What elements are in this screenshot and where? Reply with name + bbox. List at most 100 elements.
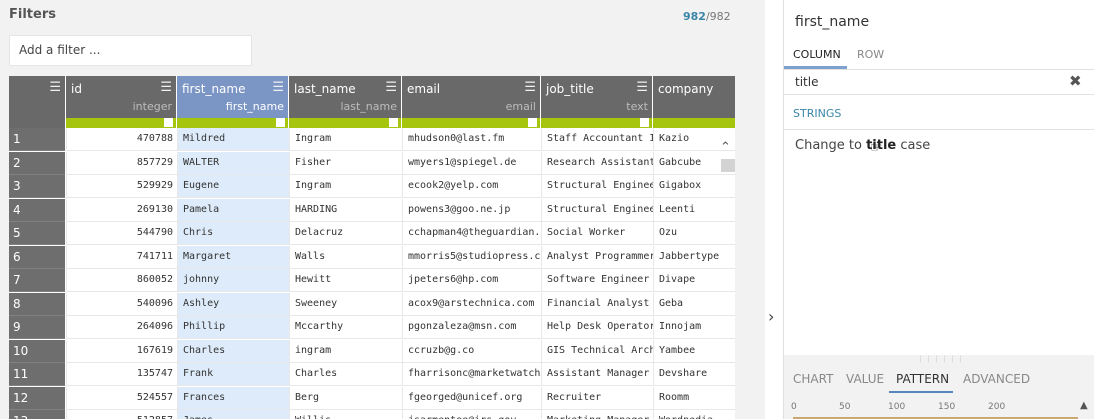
table-cell[interactable]: Berg: [289, 387, 402, 410]
row-number[interactable]: 6: [9, 246, 65, 269]
table-cell[interactable]: 529929: [66, 175, 177, 198]
table-cell[interactable]: Assistant Manager: [541, 363, 653, 386]
table-cell[interactable]: wmyers1@spiegel.de: [402, 152, 541, 175]
table-cell[interactable]: Frank: [177, 363, 289, 386]
table-cell[interactable]: 167619: [66, 340, 177, 363]
table-cell[interactable]: Yambee: [653, 340, 735, 363]
column-header-company[interactable]: company: [653, 76, 735, 118]
table-cell[interactable]: johnny: [177, 269, 289, 292]
table-cell[interactable]: mhudson0@last.fm: [402, 128, 541, 151]
row-number[interactable]: 5: [9, 222, 65, 245]
expand-panel-chevron-icon[interactable]: ›: [768, 307, 774, 326]
data-quality-bar[interactable]: [402, 118, 540, 128]
table-cell[interactable]: fgeorged@unicef.org: [402, 387, 541, 410]
table-cell[interactable]: Analyst Programmer: [541, 246, 653, 269]
resize-grip-icon[interactable]: ⋮⋮⋮⋮⋮⋮: [917, 355, 965, 363]
row-number[interactable]: 10: [9, 340, 65, 363]
vertical-scrollbar-thumb[interactable]: [721, 159, 735, 172]
table-cell[interactable]: pgonzaleza@msn.com: [402, 316, 541, 339]
table-cell[interactable]: Recruiter: [541, 387, 653, 410]
transform-search-input[interactable]: title: [795, 75, 818, 89]
table-cell[interactable]: Sweeney: [289, 293, 402, 316]
data-quality-bar[interactable]: [541, 118, 652, 128]
column-menu-icon[interactable]: ☰: [636, 80, 648, 95]
table-cell[interactable]: jsarmentoe@irs.gov: [402, 410, 541, 419]
table-cell[interactable]: Fisher: [289, 152, 402, 175]
row-number[interactable]: 7: [9, 269, 65, 292]
table-cell[interactable]: Research Assistant II: [541, 152, 653, 175]
table-cell[interactable]: Phillip: [177, 316, 289, 339]
column-header-last-name[interactable]: last_name ☰ last_name: [289, 76, 401, 118]
menu-icon[interactable]: ☰: [49, 80, 61, 95]
table-cell[interactable]: Pamela: [177, 199, 289, 222]
table-cell[interactable]: Software Engineer III: [541, 269, 653, 292]
table-cell[interactable]: Mccarthy: [289, 316, 402, 339]
table-cell[interactable]: Charles: [289, 363, 402, 386]
table-cell[interactable]: Innojam: [653, 316, 735, 339]
table-cell[interactable]: Willis: [289, 410, 402, 419]
table-cell[interactable]: 540096: [66, 293, 177, 316]
scroll-up-icon[interactable]: ▲: [1080, 400, 1088, 411]
table-cell[interactable]: Ozu: [653, 222, 735, 245]
table-cell[interactable]: Frances: [177, 387, 289, 410]
tab-row[interactable]: ROW: [857, 48, 884, 61]
tab-pattern[interactable]: PATTERN: [896, 372, 949, 386]
table-cell[interactable]: James: [177, 410, 289, 419]
row-number[interactable]: 4: [9, 199, 65, 222]
table-cell[interactable]: acox9@arstechnica.com: [402, 293, 541, 316]
table-cell[interactable]: Ashley: [177, 293, 289, 316]
row-number[interactable]: 8: [9, 293, 65, 316]
table-cell[interactable]: Mildred: [177, 128, 289, 151]
table-cell[interactable]: Ingram: [289, 128, 402, 151]
table-cell[interactable]: Financial Analyst: [541, 293, 653, 316]
table-cell[interactable]: Staff Accountant III: [541, 128, 653, 151]
column-menu-icon[interactable]: ☰: [524, 80, 536, 95]
table-cell[interactable]: mmorris5@studiopress.com: [402, 246, 541, 269]
table-cell[interactable]: Charles: [177, 340, 289, 363]
column-menu-icon[interactable]: ☰: [272, 80, 284, 95]
table-cell[interactable]: cchapman4@theguardian.com: [402, 222, 541, 245]
table-cell[interactable]: jpeters6@hp.com: [402, 269, 541, 292]
row-number[interactable]: 9: [9, 316, 65, 339]
table-cell[interactable]: Social Worker: [541, 222, 653, 245]
data-quality-bar[interactable]: [653, 118, 735, 128]
tab-advanced[interactable]: ADVANCED: [963, 372, 1030, 386]
row-number[interactable]: 11: [9, 363, 65, 386]
scroll-up-icon[interactable]: ⌃: [720, 140, 731, 155]
table-cell[interactable]: Structural Engineer: [541, 175, 653, 198]
table-cell[interactable]: 857729: [66, 152, 177, 175]
table-cell[interactable]: powens3@goo.ne.jp: [402, 199, 541, 222]
table-cell[interactable]: Marketing Manager: [541, 410, 653, 419]
table-cell[interactable]: 269130: [66, 199, 177, 222]
table-cell[interactable]: Jabbertype: [653, 246, 735, 269]
column-menu-icon[interactable]: ☰: [385, 80, 397, 95]
row-number[interactable]: 2: [9, 152, 65, 175]
table-cell[interactable]: Geba: [653, 293, 735, 316]
table-cell[interactable]: ecook2@yelp.com: [402, 175, 541, 198]
table-cell[interactable]: fharrisonc@marketwatch.com: [402, 363, 541, 386]
table-cell[interactable]: Gigabox: [653, 175, 735, 198]
table-cell[interactable]: 544790: [66, 222, 177, 245]
table-cell[interactable]: 512857: [66, 410, 177, 419]
row-number[interactable]: 3: [9, 175, 65, 198]
table-cell[interactable]: 524557: [66, 387, 177, 410]
data-quality-bar[interactable]: [177, 118, 288, 128]
data-quality-bar[interactable]: [289, 118, 401, 128]
table-cell[interactable]: Wordpedia: [653, 410, 735, 419]
table-cell[interactable]: Ingram: [289, 175, 402, 198]
add-filter-input[interactable]: Add a filter ...: [9, 35, 252, 66]
data-quality-bar[interactable]: [66, 118, 176, 128]
tab-value[interactable]: VALUE: [846, 372, 884, 386]
column-header-email[interactable]: email ☰ email: [402, 76, 540, 118]
table-cell[interactable]: GIS Technical Architect: [541, 340, 653, 363]
table-cell[interactable]: Eugene: [177, 175, 289, 198]
table-cell[interactable]: Chris: [177, 222, 289, 245]
table-cell[interactable]: Divape: [653, 269, 735, 292]
table-cell[interactable]: Leenti: [653, 199, 735, 222]
table-cell[interactable]: Walls: [289, 246, 402, 269]
column-menu-icon[interactable]: ☰: [160, 80, 172, 95]
column-header-first-name[interactable]: first_name ☰ first_name: [177, 76, 288, 118]
table-cell[interactable]: 135747: [66, 363, 177, 386]
table-cell[interactable]: ccruzb@g.co: [402, 340, 541, 363]
table-cell[interactable]: Hewitt: [289, 269, 402, 292]
